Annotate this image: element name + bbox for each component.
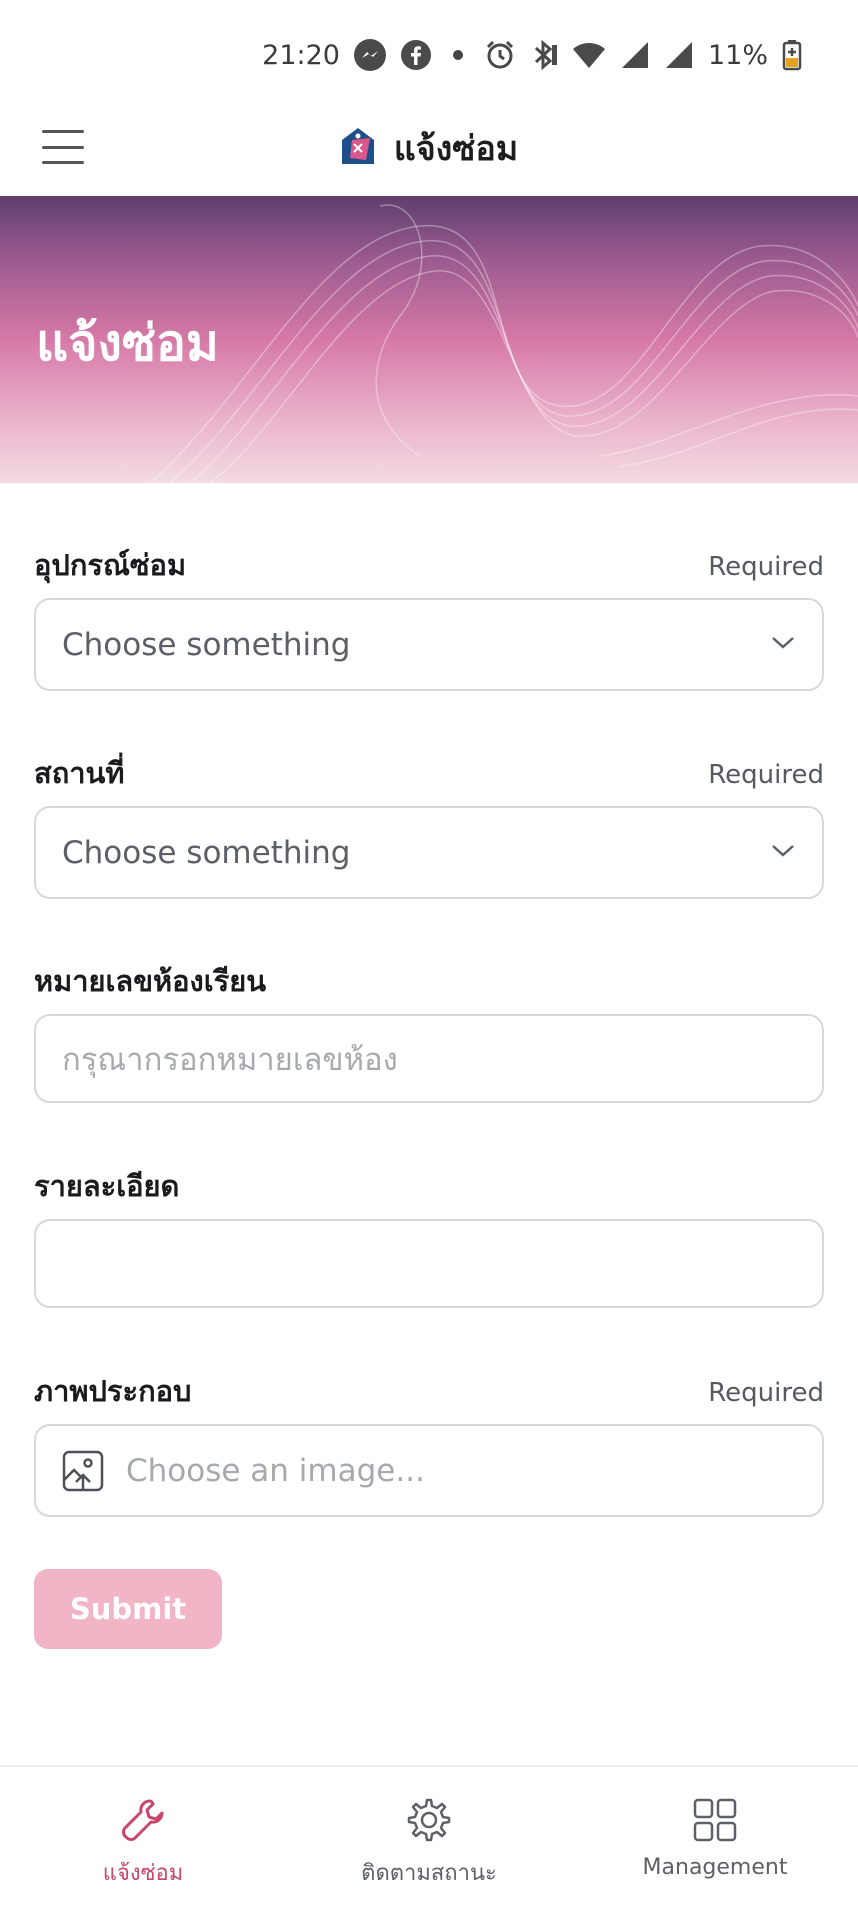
room-number-field: หมายเลขห้องเรียน กรุณากรอกหมายเลขห้อง (34, 958, 824, 1103)
nav-item-report-repair[interactable]: แจ้งซ่อม (0, 1767, 286, 1907)
bottom-nav: แจ้งซ่อม ติดตามสถานะ Management (0, 1765, 858, 1907)
location-field: สถานที่ Required Choose something (34, 750, 824, 899)
battery-percent: 11% (707, 39, 768, 71)
nav-item-track-status[interactable]: ติดตามสถานะ (286, 1767, 572, 1907)
bluetooth-icon (530, 39, 558, 71)
battery-icon (782, 39, 802, 71)
gear-icon (406, 1797, 452, 1847)
repair-form: อุปกรณ์ซ่อม Required Choose something สถ… (34, 483, 824, 1649)
room-number-label: หมายเลขห้องเรียน (34, 964, 267, 998)
alarm-icon (484, 39, 516, 71)
app-brand: แจ้งซ่อม (340, 121, 518, 175)
hamburger-menu-icon[interactable] (42, 130, 84, 164)
details-input[interactable] (34, 1219, 824, 1308)
hero-title: แจ้งซ่อม (36, 314, 219, 372)
notification-dot-icon (446, 50, 470, 60)
room-number-input[interactable]: กรุณากรอกหมายเลขห้อง (34, 1014, 824, 1103)
chevron-down-icon (770, 635, 796, 655)
chevron-down-icon (770, 843, 796, 863)
equipment-required-badge: Required (708, 552, 824, 582)
equipment-field: อุปกรณ์ซ่อม Required Choose something (34, 542, 824, 691)
submit-button[interactable]: Submit (34, 1569, 222, 1649)
details-field: รายละเอียด (34, 1163, 824, 1308)
image-upload-icon (62, 1450, 104, 1492)
messenger-icon (353, 39, 386, 71)
nav-item-management[interactable]: Management (572, 1767, 858, 1907)
details-label: รายละเอียด (34, 1169, 180, 1203)
location-required-badge: Required (708, 760, 824, 790)
hero-banner: แจ้งซ่อม (0, 196, 858, 483)
status-bar: 21:20 11% (0, 0, 858, 110)
image-label: ภาพประกอบ (34, 1374, 192, 1408)
room-number-placeholder: กรุณากรอกหมายเลขห้อง (62, 1041, 398, 1078)
nav-label-management: Management (642, 1855, 788, 1880)
nav-label-track-status: ติดตามสถานะ (361, 1861, 497, 1886)
facebook-icon (400, 39, 432, 71)
image-upload-input[interactable]: Choose an image... (34, 1424, 824, 1517)
location-select-value: Choose something (62, 834, 351, 871)
wifi-icon (572, 40, 606, 70)
wrench-icon (120, 1797, 166, 1847)
app-title: แจ้งซ่อม (393, 129, 519, 169)
grid-icon (692, 1797, 738, 1847)
location-select[interactable]: Choose something (34, 806, 824, 899)
app-header: แจ้งซ่อม (0, 100, 858, 196)
image-required-badge: Required (708, 1378, 824, 1408)
location-label: สถานที่ (34, 756, 125, 790)
app-logo-icon (340, 126, 376, 170)
nav-label-report-repair: แจ้งซ่อม (102, 1861, 184, 1886)
equipment-select[interactable]: Choose something (34, 598, 824, 691)
signal-icon (620, 40, 650, 70)
image-upload-placeholder: Choose an image... (126, 1452, 425, 1489)
signal-icon (664, 40, 694, 70)
equipment-label: อุปกรณ์ซ่อม (34, 548, 187, 582)
image-field: ภาพประกอบ Required Choose an image... (34, 1368, 824, 1517)
equipment-select-value: Choose something (62, 626, 351, 663)
status-time: 21:20 (262, 39, 340, 71)
